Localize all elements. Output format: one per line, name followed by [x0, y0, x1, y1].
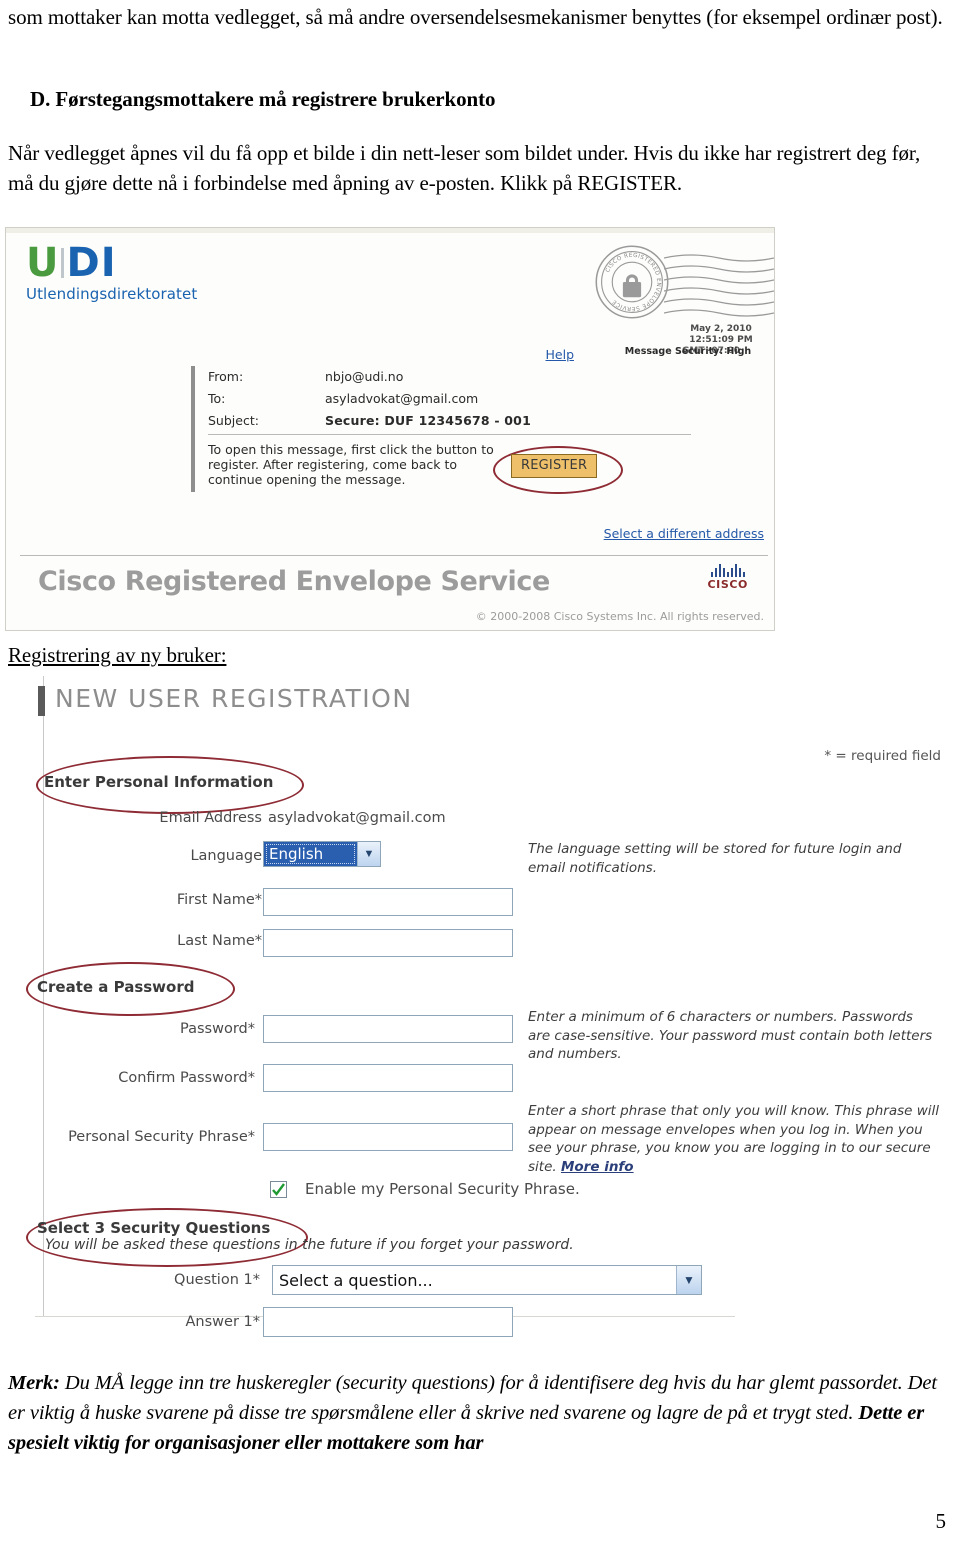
from-label: From: [208, 369, 244, 384]
copyright-text: © 2000-2008 Cisco Systems Inc. All right… [475, 610, 764, 623]
udi-divider [61, 248, 65, 278]
message-row-subject: Subject: Secure: DUF 12345678 - 001 [191, 410, 691, 432]
last-name-input[interactable] [263, 929, 513, 957]
first-name-label: First Name* [176, 892, 262, 908]
more-info-link[interactable]: More info [561, 1159, 634, 1175]
required-field-note: * = required field [824, 748, 941, 764]
cisco-service-brand: Cisco Registered Envelope Service [38, 566, 550, 597]
password-help-text: Enter a minimum of 6 characters or numbe… [528, 1009, 933, 1062]
postmark-wave-lines-icon [664, 254, 774, 317]
question-1-select[interactable]: Select a question... ▼ [272, 1265, 702, 1295]
question-1-label: Question 1* [174, 1272, 260, 1288]
udi-wordmark: U DI [26, 242, 197, 284]
chevron-down-icon: ▼ [357, 842, 380, 866]
svg-text:CISCO REGISTERED ENVELOPE SERV: CISCO REGISTERED ENVELOPE SERVICE [605, 253, 661, 311]
last-name-label: Last Name* [177, 933, 262, 949]
answer-1-input[interactable] [263, 1307, 513, 1337]
subject-value: Secure: DUF 12345678 - 001 [325, 413, 531, 428]
body-paragraph: Når vedlegget åpnes vil du få opp et bil… [8, 141, 921, 195]
subject-label: Subject: [208, 413, 259, 428]
envelope-top-strip [6, 228, 774, 233]
register-button-group: REGISTER [487, 444, 627, 494]
question-1-selected-value: Select a question... [279, 1270, 433, 1290]
help-link[interactable]: Help [546, 347, 575, 362]
postmark-security-level: Message Security: High [624, 346, 752, 357]
security-phrase-help-text: Enter a short phrase that only you will … [528, 1102, 940, 1176]
enable-security-phrase-checkbox[interactable] [270, 1181, 287, 1198]
registration-caption: Registrering av ny bruker: [8, 643, 227, 667]
security-questions-subtext: You will be asked these questions in the… [45, 1237, 574, 1253]
cisco-logo: CISCO [707, 564, 748, 591]
cisco-bridge-icon [707, 564, 748, 577]
language-select[interactable]: English ▼ [263, 841, 381, 867]
enable-security-phrase-label: Enable my Personal Security Phrase. [305, 1180, 580, 1198]
answer-1-label: Answer 1* [185, 1314, 261, 1330]
password-label: Password* [180, 1021, 255, 1037]
postmark-date: May 2, 2010 [690, 324, 752, 334]
confirm-password-input[interactable] [263, 1064, 513, 1092]
page-title: NEW USER REGISTRATION [55, 684, 413, 713]
email-address-value: asyladvokat@gmail.com [268, 810, 446, 826]
page-number: 5 [935, 1509, 947, 1533]
email-address-label: Email Address [159, 810, 262, 826]
checkmark-icon [272, 1183, 285, 1196]
udi-letter-u: U [26, 240, 60, 286]
postmark-datetime: May 2, 2010 12:51:09 PM [666, 324, 774, 346]
envelope-footer-divider [20, 555, 768, 556]
security-phrase-label: Personal Security Phrase* [68, 1129, 255, 1145]
intro-paragraph: som mottaker kan motta vedlegget, så må … [8, 5, 943, 29]
language-help-text: The language setting will be stored for … [528, 841, 902, 876]
register-instructions: To open this message, first click the bu… [208, 442, 494, 487]
closing-paragraph-body: Du MÅ legge inn tre huskeregler (securit… [8, 1372, 937, 1424]
language-label: Language [190, 848, 262, 864]
select-different-address-link[interactable]: Select a different address [604, 526, 764, 541]
section-title-create-password: Create a Password [37, 978, 195, 996]
postmark-stamp: CISCO REGISTERED ENVELOPE SERVICE May 2,… [586, 236, 774, 357]
register-button[interactable]: REGISTER [511, 454, 598, 478]
section-title-security-questions: Select 3 Security Questions [37, 1219, 271, 1237]
udi-letters-di: DI [66, 240, 117, 286]
udi-logo: U DI Utlendingsdirektoratet [26, 242, 197, 303]
confirm-password-label: Confirm Password* [118, 1070, 255, 1086]
section-title-personal-info: Enter Personal Information [44, 773, 274, 791]
message-row-to: To: asyladvokat@gmail.com [191, 388, 691, 410]
first-name-input[interactable] [263, 888, 513, 916]
to-value: asyladvokat@gmail.com [325, 391, 479, 406]
chevron-down-icon: ▼ [676, 1266, 701, 1294]
envelope-screenshot: U DI Utlendingsdirektoratet CISCO REGISTE… [5, 227, 775, 631]
registration-title-accent-bar [38, 686, 45, 716]
password-input[interactable] [263, 1015, 513, 1043]
udi-subtitle: Utlendingsdirektoratet [26, 285, 198, 303]
postmark-time: 12:51:09 PM [689, 335, 753, 345]
section-heading: D. Førstegangsmottakere må registrere br… [30, 87, 496, 111]
to-label: To: [208, 391, 226, 406]
closing-paragraph-lead: Merk: [8, 1372, 60, 1394]
language-selected-value: English [264, 842, 357, 866]
closing-paragraph: Merk: Du MÅ legge inn tre huskeregler (s… [8, 1368, 948, 1458]
message-row-from: From: nbjo@udi.no [191, 366, 691, 388]
from-value: nbjo@udi.no [325, 369, 404, 384]
cisco-wordmark: CISCO [707, 578, 748, 591]
security-phrase-input[interactable] [263, 1123, 513, 1151]
message-accent-bar [191, 366, 195, 492]
registered-envelope-seal-icon: CISCO REGISTERED ENVELOPE SERVICE [595, 245, 669, 319]
message-header-block: From: nbjo@udi.no To: asyladvokat@gmail.… [191, 366, 691, 494]
message-divider [208, 434, 691, 435]
